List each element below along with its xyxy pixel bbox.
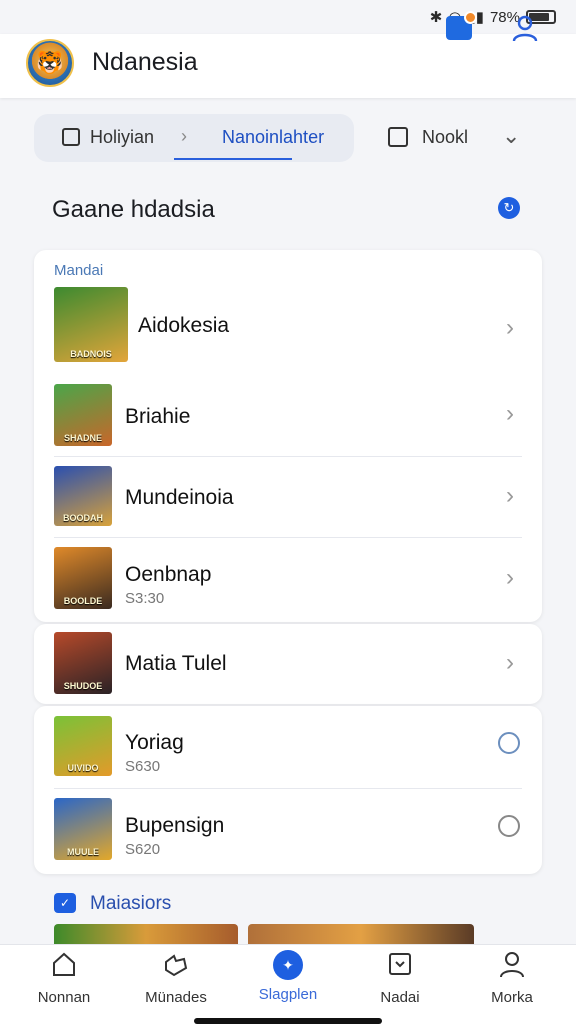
checkbox-icon[interactable] bbox=[62, 128, 80, 146]
list-item-title[interactable]: Matia Tulel bbox=[125, 652, 227, 676]
compass-icon: ✦ bbox=[273, 950, 303, 980]
divider bbox=[54, 456, 522, 457]
nav-label: Nonnan bbox=[37, 989, 91, 1006]
list-item-subtitle: S630 bbox=[125, 758, 161, 775]
check-icon: ✓ bbox=[54, 893, 76, 913]
promo-banner[interactable] bbox=[248, 924, 474, 946]
list-item-subtitle: S620 bbox=[125, 841, 161, 858]
status-bar: ✱ ◠ ▮▮ 78% bbox=[0, 0, 576, 34]
game-thumbnail[interactable]: BOODAH bbox=[54, 466, 112, 526]
nav-item-home[interactable]: Nonnan bbox=[14, 950, 114, 1006]
list-item-subtitle: S3:30 bbox=[125, 590, 165, 607]
nav-item-hand[interactable]: Münades bbox=[126, 950, 226, 1006]
app-header: 🐯 Ndanesia bbox=[0, 34, 576, 98]
chevron-right-icon[interactable]: › bbox=[506, 564, 514, 592]
hand-icon bbox=[165, 954, 188, 977]
nav-label: Morka bbox=[491, 989, 533, 1006]
chevron-right-icon[interactable]: › bbox=[506, 482, 514, 510]
active-tab-indicator bbox=[174, 158, 292, 160]
tab-nanoinlahter[interactable]: Nanoinlahter bbox=[222, 127, 324, 148]
chevron-right-icon[interactable]: › bbox=[506, 314, 514, 342]
list-item-title[interactable]: Oenbnap bbox=[125, 563, 211, 587]
chat-icon bbox=[388, 127, 408, 147]
nav-label: Nadai bbox=[380, 989, 420, 1006]
nav-label: Slagplen bbox=[258, 986, 318, 1003]
notification-badge bbox=[464, 11, 477, 24]
chevron-down-icon[interactable]: ⌄ bbox=[502, 123, 520, 149]
list-item-title[interactable]: Yoriag bbox=[125, 731, 184, 755]
home-indicator[interactable] bbox=[194, 1018, 382, 1024]
divider bbox=[54, 537, 522, 538]
game-thumbnail[interactable]: SHUDOE bbox=[54, 632, 112, 694]
chevron-right-icon[interactable]: › bbox=[506, 649, 514, 677]
game-thumbnail[interactable]: BADNOIS bbox=[54, 287, 128, 362]
list-item-title[interactable]: Mundeinoia bbox=[125, 486, 234, 510]
list-item-title[interactable]: Bupensign bbox=[125, 814, 224, 838]
list-item-title[interactable]: Briahie bbox=[125, 405, 190, 429]
group-label: Mandai bbox=[54, 262, 104, 279]
game-thumbnail[interactable]: BOOLDE bbox=[54, 547, 112, 609]
profile-icon bbox=[500, 952, 524, 978]
sub-section-title[interactable]: Maiasiors bbox=[90, 893, 171, 915]
game-thumbnail[interactable]: MUULE bbox=[54, 798, 112, 860]
radio-button[interactable] bbox=[498, 815, 520, 837]
user-icon[interactable] bbox=[512, 14, 538, 42]
nav-item-compass[interactable]: ✦ Slagplen bbox=[238, 950, 338, 1003]
bluetooth-icon: ✱ bbox=[429, 9, 443, 26]
tab-holiyian[interactable]: Holiyian bbox=[90, 127, 154, 148]
game-thumbnail[interactable]: SHADNE bbox=[54, 384, 112, 446]
tab-nookl[interactable]: Nookl bbox=[422, 127, 468, 148]
game-thumbnail[interactable]: UIVIDO bbox=[54, 716, 112, 776]
app-title: Ndanesia bbox=[92, 48, 198, 76]
home-icon bbox=[53, 952, 75, 976]
nav-item-message[interactable]: Nadai bbox=[350, 950, 450, 1006]
chevron-right-icon[interactable]: › bbox=[506, 400, 514, 428]
nav-label: Münades bbox=[145, 989, 207, 1006]
promo-banner[interactable] bbox=[54, 924, 238, 946]
radio-button[interactable] bbox=[498, 732, 520, 754]
message-icon bbox=[389, 953, 411, 975]
breadcrumb-separator: › bbox=[181, 126, 187, 146]
nav-item-profile[interactable]: Morka bbox=[462, 950, 562, 1006]
app-logo[interactable]: 🐯 bbox=[26, 39, 74, 87]
list-item-title[interactable]: Aidokesia bbox=[138, 314, 229, 338]
refresh-icon[interactable]: ↻ bbox=[498, 197, 520, 219]
section-title: Gaane hdadsia bbox=[52, 196, 215, 223]
divider bbox=[54, 788, 522, 789]
